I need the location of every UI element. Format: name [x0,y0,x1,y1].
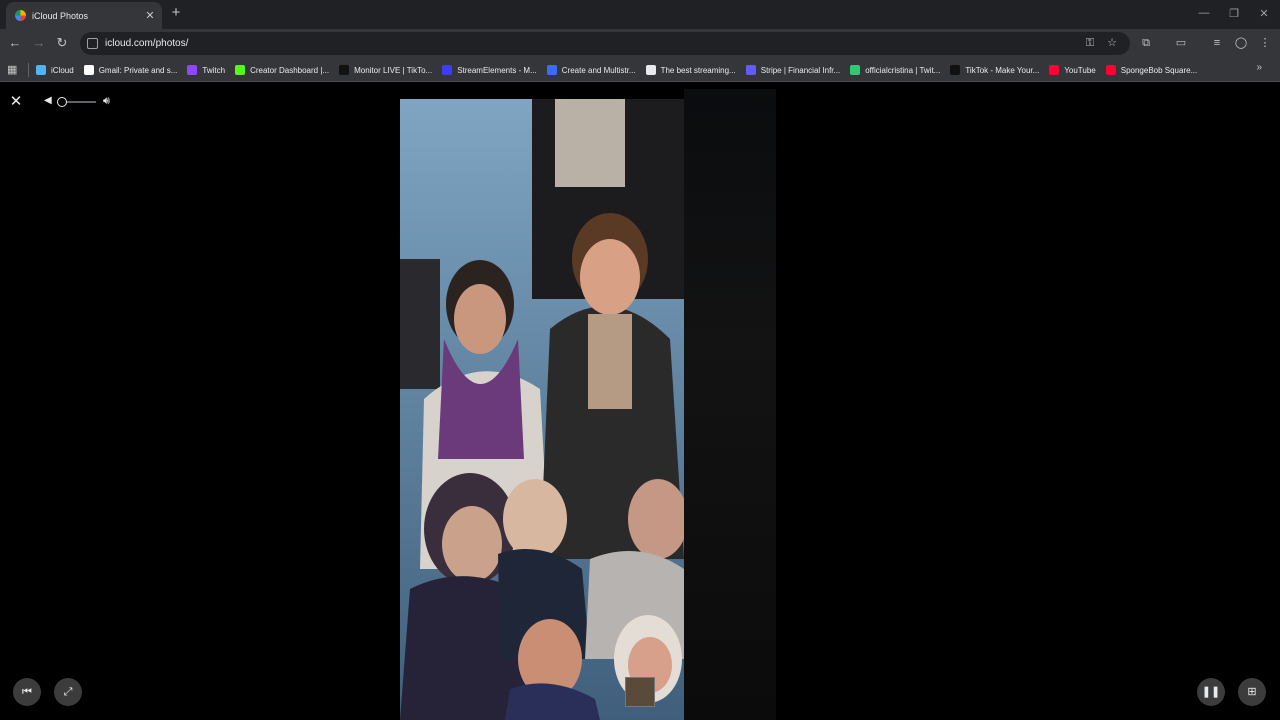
menu-icon[interactable]: ⋮ [1257,35,1273,51]
apps-grid-icon[interactable]: ▦ [7,64,19,76]
pause-icon[interactable]: ❚❚ [1197,678,1225,706]
twitch-alt-icon [850,65,861,75]
forward-button[interactable]: → [31,35,47,51]
bookmark-label: Stripe | Financial Infr... [760,65,841,75]
stripe-icon [745,65,756,75]
bookmarks-divider [28,63,29,77]
back-button[interactable]: ← [7,35,23,51]
bookmark-label: TikTok - Make Your... [965,65,1040,75]
bookmark-item[interactable]: YouTube [1049,62,1096,78]
expand-icon[interactable]: ⤢ [54,678,82,706]
site-info-icon[interactable] [87,38,98,49]
streamelements-icon [442,65,453,75]
tiktok-icon [339,65,350,75]
tab-strip: iCloud Photos ✕ + — ❐ ✕ [0,0,1280,29]
bookmark-label: Monitor LIVE | TikTo... [354,65,433,75]
youtube-icon [1049,65,1060,75]
restore-button[interactable]: ❐ [1227,7,1241,20]
bookmark-label: StreamElements - M... [457,65,537,75]
icloud-photos-favicon-icon [15,10,26,21]
new-tab-button[interactable]: + [168,5,184,21]
password-key-icon[interactable]: ⚿ [1082,35,1098,51]
kick-icon [235,65,246,75]
bookmark-item[interactable]: SpongeBob Square... [1105,62,1198,78]
bookmark-item[interactable]: Monitor LIVE | TikTo... [339,62,432,78]
profile-icon[interactable]: ◯ [1233,35,1249,51]
bookmark-label: The best streaming... [660,65,736,75]
restream-icon [546,65,557,75]
live-photo-icon[interactable]: ⊞ [1238,678,1266,706]
bookmark-item[interactable]: Stripe | Financial Infr... [745,62,841,78]
diamond-icon [645,65,656,75]
bookmark-label: officialcristina | Twit... [865,65,941,75]
reload-button[interactable]: ↻ [54,35,70,51]
bookmark-label: YouTube [1064,65,1096,75]
volume-up-icon[interactable]: 🔊︎ [103,95,110,108]
bookmark-label: SpongeBob Square... [1120,65,1198,75]
filmstrip-thumbnail[interactable] [625,677,655,707]
address-bar[interactable]: icloud.com/photos/ ⚿ ☆ [80,32,1130,55]
cast-icon[interactable]: ▭ [1173,35,1189,51]
tab-close-icon[interactable]: ✕ [142,9,158,22]
bookmarks-bar: ▦ iCloud Gmail: Private and s... Twitch Cre… [0,58,1280,82]
bookmark-item[interactable]: StreamElements - M... [442,62,537,78]
bookmark-label: Gmail: Private and s... [98,65,178,75]
tiktok-icon [950,65,961,75]
close-window-button[interactable]: ✕ [1257,7,1271,20]
bookmark-item[interactable]: Creator Dashboard |... [235,62,329,78]
youtube-icon [1105,65,1116,75]
browser-tab[interactable]: iCloud Photos ✕ [6,2,162,29]
icloud-icon [36,65,46,75]
browser-toolbar: ← → ↻ icloud.com/photos/ ⚿ ☆ ⧉ ▭ ≡ ◯ ⋮ [0,29,1280,58]
bookmark-item[interactable]: officialcristina | Twit... [850,62,940,78]
twitch-icon [187,65,198,75]
previous-icon[interactable]: ⏮︎ [13,678,41,706]
bookmarks-list: iCloud Gmail: Private and s... Twitch Creat… [36,62,1207,78]
volume-mute-icon[interactable]: ◀ [44,95,52,106]
tab-title: iCloud Photos [32,10,89,21]
url-text[interactable]: icloud.com/photos/ [105,36,188,51]
photo-viewer: ✕ ◀ 🔊︎ ⏮︎ ⤢ ❚❚ ⊞ [0,82,1280,720]
minimize-button[interactable]: — [1197,7,1211,19]
media-controls-icon[interactable]: ≡ [1209,35,1225,51]
video-frame-image [400,99,684,720]
close-viewer-icon[interactable]: ✕ [8,94,24,110]
bookmark-label: Twitch [202,65,226,75]
volume-slider[interactable] [56,97,96,107]
video-frame[interactable] [400,99,684,720]
bookmark-item[interactable]: Gmail: Private and s... [83,62,178,78]
bookmark-label: Creator Dashboard |... [250,65,330,75]
extensions-icon[interactable]: ⧉ [1138,35,1154,51]
more-bookmarks-icon[interactable]: » [1256,62,1262,73]
bookmark-star-icon[interactable]: ☆ [1104,35,1120,51]
adjacent-photo-preview [684,89,776,720]
bookmark-item[interactable]: iCloud [36,62,74,78]
bookmark-item[interactable]: Twitch [187,62,225,78]
bookmark-item[interactable]: TikTok - Make Your... [950,62,1039,78]
volume-slider-handle[interactable] [56,97,67,107]
bookmark-label: iCloud [51,65,74,75]
bookmark-item[interactable]: The best streaming... [645,62,736,78]
bookmark-item[interactable]: Create and Multistr... [546,62,636,78]
bookmark-label: Create and Multistr... [561,65,636,75]
google-icon [83,65,94,75]
